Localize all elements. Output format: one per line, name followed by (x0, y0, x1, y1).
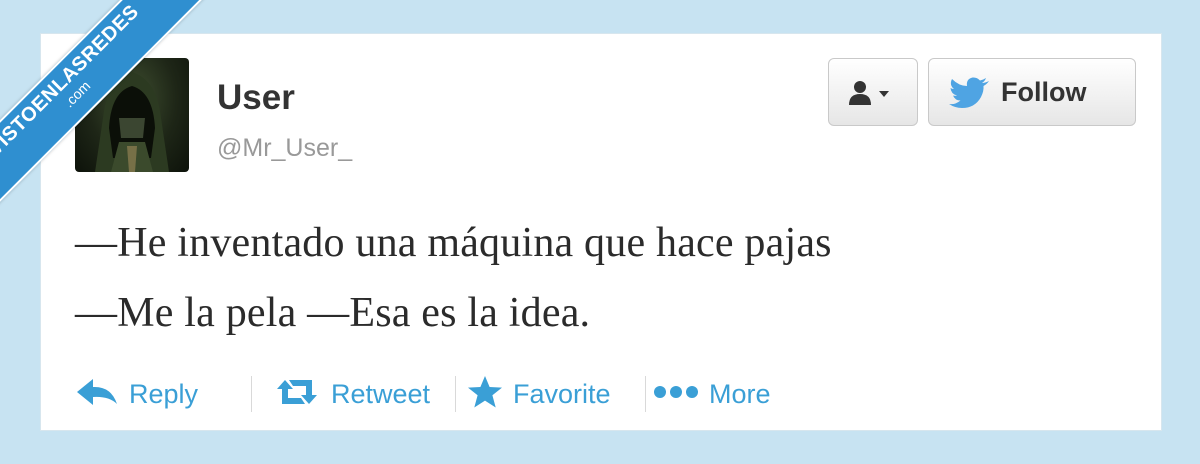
reply-action[interactable]: Reply (75, 374, 198, 414)
user-actions-button[interactable] (828, 58, 918, 126)
more-label: More (709, 378, 771, 409)
user-handle[interactable]: @Mr_User_ (217, 134, 352, 163)
user-name[interactable]: User (217, 78, 295, 118)
star-icon (467, 375, 503, 414)
tweet-card: User @Mr_User_ Follow —He inventado una … (40, 33, 1162, 431)
divider (645, 376, 646, 412)
twitter-bird-icon (949, 77, 991, 114)
favorite-label: Favorite (513, 378, 611, 409)
retweet-label: Retweet (331, 378, 431, 409)
divider (455, 376, 456, 412)
more-action[interactable]: More (653, 374, 771, 414)
reply-icon (75, 376, 119, 413)
person-dropdown-icon (847, 79, 901, 112)
tweet-line-2: —Me la pela —Esa es la idea. (75, 290, 591, 336)
tweet-text: —He inventado una máquina que hace pajas… (75, 222, 1135, 362)
more-dots-icon (653, 383, 699, 406)
retweet-action[interactable]: Retweet (273, 374, 430, 414)
tweet-line-1: —He inventado una máquina que hace pajas (75, 220, 832, 266)
follow-button[interactable]: Follow (928, 58, 1136, 126)
follow-label: Follow (1001, 77, 1087, 107)
tweet-actions: Reply Retweet Favorite More (75, 374, 975, 414)
reply-label: Reply (129, 378, 199, 409)
divider (251, 376, 252, 412)
favorite-action[interactable]: Favorite (467, 374, 611, 414)
retweet-icon (273, 377, 321, 412)
